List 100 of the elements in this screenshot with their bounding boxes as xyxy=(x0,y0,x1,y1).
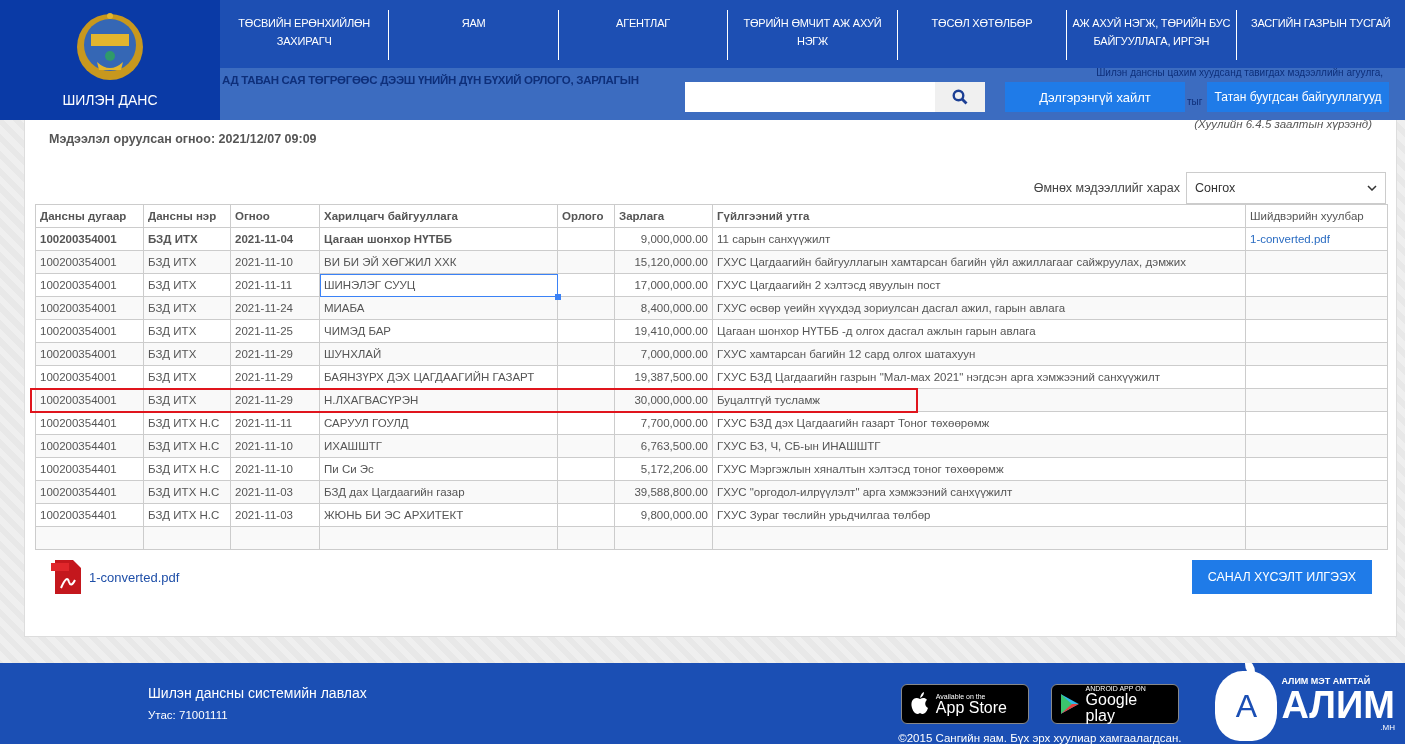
table-cell: ГХУС өсвөр үеийн хүүхдэд зориулсан дасгал ажил, гарын авлага xyxy=(712,296,1246,320)
site-logo[interactable]: ШИЛЭН ДАНС xyxy=(0,0,220,120)
law-note: (Хуулийн 6.4.5 заалтын хүрээнд) xyxy=(1194,118,1372,130)
table-cell: ГХУС БЗ, Ч, СБ-ын ИНАШШТГ xyxy=(712,434,1246,458)
table-cell[interactable]: ВИ БИ ЭЙ ХӨГЖИЛ ХХК xyxy=(319,250,558,274)
table-cell[interactable]: БЗД дах Цагдаагийн газар xyxy=(319,480,558,504)
nav-link[interactable]: ТӨСӨЛ ХӨТӨЛБӨР xyxy=(897,10,1068,60)
table-cell: 2021-11-25 xyxy=(230,319,320,343)
play-icon xyxy=(1059,693,1080,715)
table-cell: ГХУС Мэргэжлын хяналтын хэлтэсд тоног төхөөрөмж xyxy=(712,457,1246,481)
table-cell: 15,120,000.00 xyxy=(614,250,713,274)
table-cell: 19,410,000.00 xyxy=(614,319,713,343)
table-cell[interactable]: ЖЮНЬ БИ ЭС АРХИТЕКТ xyxy=(319,503,558,527)
column-header: Харилцагч байгууллага xyxy=(319,204,558,228)
table-cell: 7,000,000.00 xyxy=(614,342,713,366)
feedback-button[interactable]: САНАЛ ХҮСЭЛТ ИЛГЭЭХ xyxy=(1191,560,1372,594)
history-select[interactable]: Сонгох xyxy=(1186,172,1386,204)
nav-link[interactable]: ТӨРИЙН ӨМЧИТ АЖ АХУЙ НЭГЖ xyxy=(728,10,898,60)
nav-link[interactable]: АЖ АХУЙ НЭГЖ, ТӨРИЙН БУС БАЙГУУЛЛАГА, ИРГЭН xyxy=(1067,10,1237,60)
nav-link[interactable]: ЗАСГИЙН ГАЗРЫН ТУСГАЙ xyxy=(1236,10,1405,60)
table-cell: 2021-11-11 xyxy=(230,273,320,297)
table-cell: БЗД ИТХ xyxy=(143,342,231,366)
table-cell: 9,000,000.00 xyxy=(614,227,713,251)
column-header: Дансны нэр xyxy=(143,204,231,228)
table-cell: 100200354401 xyxy=(35,480,144,504)
table-cell: ГХУС "оргодол-илрүүлэлт" арга хэмжээний санхүүжилт xyxy=(712,480,1246,504)
chevron-down-icon xyxy=(1367,185,1377,191)
advanced-search-button[interactable]: Дэлгэрэнгүй хайлт xyxy=(1005,82,1185,112)
column-header: Шийдвэрийн хуулбар xyxy=(1245,204,1388,228)
table-cell: БЗД ИТХ xyxy=(143,296,231,320)
table-cell: 2021-11-03 xyxy=(230,480,320,504)
column-header: Орлого xyxy=(557,204,615,228)
table-cell: БЗД ИТХ xyxy=(143,227,231,251)
table-cell: 100200354001 xyxy=(35,296,144,320)
table-cell: 100200354001 xyxy=(35,273,144,297)
emblem-icon xyxy=(75,12,145,82)
table-cell: БЗД ИТХ xyxy=(143,250,231,274)
note-fragment: тыг xyxy=(1187,96,1204,107)
table-cell: ГХУС Цагдаагийн 2 хэлтэсд явуулын пост xyxy=(712,273,1246,297)
table-cell: 100200354401 xyxy=(35,411,144,435)
table-cell: 100200354401 xyxy=(35,503,144,527)
column-header: Гүйлгээний утга xyxy=(712,204,1246,228)
table-cell: 100200354401 xyxy=(35,457,144,481)
column-header: Огноо xyxy=(230,204,320,228)
table-cell: 2021-11-11 xyxy=(230,411,320,435)
nav-link[interactable]: АГЕНТЛАГ xyxy=(558,10,729,60)
table-cell: 100200354001 xyxy=(35,365,144,389)
table-cell: 2021-11-24 xyxy=(230,296,320,320)
table-cell: 7,700,000.00 xyxy=(614,411,713,435)
table-cell: 100200354001 xyxy=(35,319,144,343)
brand-logo[interactable]: А АЛИМ МЭТ АМТТАЙ АЛИМ .МН xyxy=(1215,663,1395,741)
updated-date: Мэдээлэл оруулсан огноо: 2021/12/07 09:09 xyxy=(49,132,318,146)
pdf-file-icon xyxy=(51,560,83,594)
search-button[interactable] xyxy=(935,82,985,112)
column-header: Дансны дугаар xyxy=(35,204,144,228)
table-cell[interactable]: ШУНХЛАЙ xyxy=(319,342,558,366)
info-note: Шилэн дансны цахим хуудсанд тавигдах мэдээллийн агуулга, xyxy=(1096,67,1383,79)
table-cell[interactable]: ИХАШШТГ xyxy=(319,434,558,458)
phone-number: Утас: 71001111 xyxy=(148,709,229,721)
table-cell: 100200354001 xyxy=(35,342,144,366)
table-cell[interactable]: ЧИМЭД БАР xyxy=(319,319,558,343)
nav-link[interactable]: ТӨСВИЙН ЕРӨНХИЙЛӨН ЗАХИРАГЧ xyxy=(220,10,390,60)
table-cell: 6,763,500.00 xyxy=(614,434,713,458)
table-cell: БЗД ИТХ xyxy=(143,319,231,343)
copyright-text: ©2015 Сангийн яам. Бүх эрх хуулиар хамгаалагдсан. xyxy=(898,732,1182,744)
attachment-link[interactable]: 1-converted.pdf xyxy=(51,560,180,594)
table-cell: 2021-11-10 xyxy=(230,457,320,481)
history-label: Өмнөх мэдээллийг харах xyxy=(1033,181,1180,195)
footer-title: Шилэн дансны системийн лавлах xyxy=(148,685,368,701)
table-cell: 2021-11-10 xyxy=(230,250,320,274)
table-cell: ГХУС Зураг төслийн урьдчилгаа төлбөр xyxy=(712,503,1246,527)
table-cell: ГХУС хамтарсан багийн 12 сард олгох шатахуун xyxy=(712,342,1246,366)
table-cell: БЗД ИТХ Н.С xyxy=(143,457,231,481)
table-cell: 5,172,206.00 xyxy=(614,457,713,481)
table-cell[interactable]: ШИНЭЛЭГ СУУЦ xyxy=(319,273,558,297)
table-cell: 9,800,000.00 xyxy=(614,503,713,527)
column-header: Зарлага xyxy=(614,204,713,228)
table-cell: 17,000,000.00 xyxy=(614,273,713,297)
table-cell: БЗД ИТХ Н.С xyxy=(143,411,231,435)
table-cell: БЗД ИТХ Н.С xyxy=(143,503,231,527)
table-cell[interactable]: Цагаан шонхор НҮТББ xyxy=(319,227,558,251)
table-cell: ГХУС БЗД дэх Цагдаагийн газарт Тоног төхөөрөмж xyxy=(712,411,1246,435)
resize-handle[interactable] xyxy=(555,294,561,300)
table-cell: 11 сарын санхүүжилт xyxy=(712,227,1246,251)
table-cell: 100200354001 xyxy=(35,250,144,274)
nav-link[interactable]: ЯАМ xyxy=(389,10,559,60)
table-cell[interactable]: Пи Си Эс xyxy=(319,457,558,481)
apple-icon xyxy=(909,692,930,716)
table-cell: БЗД ИТХ Н.С xyxy=(143,434,231,458)
table-cell: Цагаан шонхор НҮТББ -д олгох дасгал ажлын гарын авлага xyxy=(712,319,1246,343)
table-cell: ГХУС Цагдаагийн байгууллагын хамтарсан багийн үйл ажиллагааг сайжруулах, дэмжих xyxy=(712,250,1246,274)
table-cell: БЗД ИТХ xyxy=(143,273,231,297)
table-cell: 2021-11-03 xyxy=(230,503,320,527)
logo-text: ШИЛЭН ДАНС xyxy=(62,92,158,108)
table-cell[interactable]: САРУУЛ ГОУЛД xyxy=(319,411,558,435)
table-cell: 8,400,000.00 xyxy=(614,296,713,320)
table-cell: БЗД ИТХ Н.С xyxy=(143,480,231,504)
closed-organizations-button[interactable]: Татан буугдсан байгууллагууд xyxy=(1207,82,1389,112)
table-cell: 39,588,800.00 xyxy=(614,480,713,504)
page-heading: АД ТАВАН САЯ ТӨГРӨГӨӨС ДЭЭШ ҮНИЙН ДҮН БҮХИЙ ОРЛОГО, ЗАРЛАГЫН xyxy=(221,74,640,86)
